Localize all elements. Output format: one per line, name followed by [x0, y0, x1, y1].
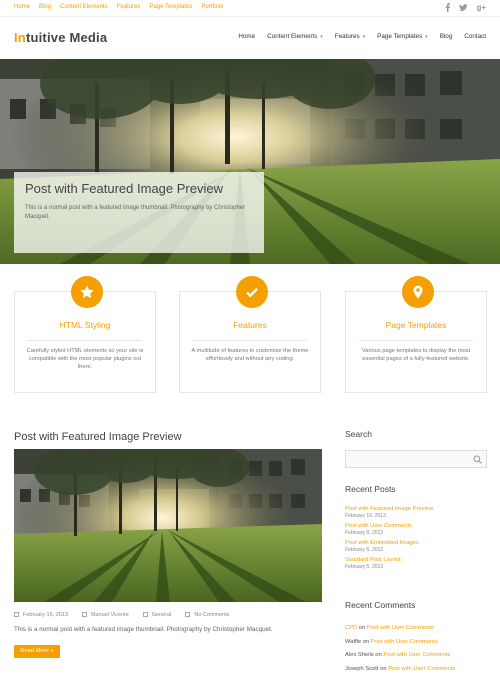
recent-post-item: Post with User Comments February 8, 2013 [345, 523, 487, 537]
comment-post-link[interactable]: Post with User Comments [371, 639, 438, 645]
calendar-icon [14, 612, 19, 617]
post-title[interactable]: Post with Featured Image Preview [14, 431, 182, 443]
checkmark-icon [246, 287, 258, 298]
search-input[interactable] [345, 450, 487, 468]
recent-post-link[interactable]: Post with User Comments [345, 523, 487, 530]
social-links: g+ [444, 3, 486, 12]
twitter-icon[interactable] [459, 3, 468, 12]
recent-comments-heading: Recent Comments [345, 600, 416, 610]
google-plus-icon[interactable]: g+ [476, 3, 486, 12]
comment-post-link[interactable]: Post with User Comments [388, 666, 455, 672]
feature-icon-circle [71, 276, 103, 308]
recent-posts-list: Post with Featured Image Preview Februar… [345, 506, 487, 574]
post-category[interactable]: General [142, 612, 171, 618]
main-nav-features[interactable]: Features ▾ [335, 33, 365, 40]
facebook-icon[interactable] [444, 3, 451, 12]
feature-icon-circle [402, 276, 434, 308]
post-author[interactable]: Manuel Vicente [81, 612, 129, 618]
comment-post-link[interactable]: Post with User Comments [367, 625, 434, 631]
feature-title[interactable]: Page Templates [346, 320, 486, 330]
site-logo[interactable]: Intuitive Media [14, 30, 107, 45]
comment-author: Waffle [345, 638, 362, 645]
post-featured-image[interactable] [14, 449, 322, 602]
user-icon [81, 612, 87, 617]
recent-post-date: February 16, 2013 [345, 513, 386, 519]
comment-author: Alex Shiels [345, 652, 374, 658]
main-nav-home[interactable]: Home [238, 33, 255, 40]
recent-post-link[interactable]: Post with Featured Image Preview [345, 506, 487, 513]
comment-post-link[interactable]: Post with User Comments [383, 652, 450, 658]
main-nav-page-templates[interactable]: Page Templates ▾ [377, 33, 428, 40]
hero-title[interactable]: Post with Featured Image Preview [25, 180, 253, 197]
comment-icon [185, 612, 191, 617]
main-nav: Home Content Elements ▾ Features ▾ Page Te… [238, 33, 486, 40]
comment-author[interactable]: CPD [345, 625, 357, 631]
recent-post-date: February 6, 2013 [345, 547, 384, 553]
top-nav-portfolio[interactable]: Portfolio [201, 4, 223, 10]
comment-on: on [378, 665, 389, 672]
recent-comment-item: CPD on Post with User Comments [345, 622, 495, 636]
search-icon[interactable] [473, 455, 482, 464]
feature-icon-circle [236, 276, 268, 308]
post-comments[interactable]: No Comments [185, 612, 230, 618]
site-header: Intuitive Media Home Content Elements ▾ F… [0, 17, 500, 59]
comment-on: on [373, 652, 384, 658]
hero-caption[interactable]: Post with Featured Image Preview This is… [14, 172, 264, 253]
logo-accent: In [14, 30, 26, 45]
hero-banner[interactable]: Post with Featured Image Preview This is… [0, 59, 500, 264]
top-nav: Home Blog Content Elements Features Page… [14, 4, 223, 10]
recent-post-item: Post with Featured Image Preview Februar… [345, 506, 487, 520]
top-nav-blog[interactable]: Blog [39, 4, 51, 10]
recent-post-date: February 5, 2013 [345, 564, 384, 570]
post-meta: February 16, 2013 Manuel Vicente General… [14, 612, 230, 618]
map-pin-icon [413, 285, 423, 299]
search-heading: Search [345, 429, 372, 439]
main-nav-content-elements[interactable]: Content Elements ▾ [267, 33, 323, 40]
recent-post-link[interactable]: Post with Embedded Images [345, 540, 487, 547]
recent-comment-item: Waffle on Post with User Comments [345, 636, 495, 650]
post-photo [14, 449, 322, 602]
comment-author: Joseph Scott [345, 665, 379, 672]
top-nav-features[interactable]: Features [117, 4, 141, 10]
main-nav-contact[interactable]: Contact [464, 33, 486, 40]
star-icon [80, 285, 94, 299]
comment-on: on [361, 638, 371, 645]
chevron-down-icon: ▾ [362, 34, 366, 40]
recent-comment-item: Alex Shiels on Post with User Comments [345, 649, 495, 663]
chevron-down-icon: ▾ [425, 34, 428, 40]
chevron-down-icon: ▾ [320, 34, 323, 40]
feature-title[interactable]: HTML Styling [15, 320, 155, 330]
recent-post-item: Standard Post Layout February 5, 2013 [345, 557, 487, 571]
post-date: February 16, 2013 [14, 612, 68, 618]
recent-post-link[interactable]: Standard Post Layout [345, 557, 487, 564]
top-nav-home[interactable]: Home [14, 4, 30, 10]
recent-posts-heading: Recent Posts [345, 484, 396, 494]
feature-description: Carefully styled HTML elements so your s… [26, 348, 144, 370]
top-nav-content-elements[interactable]: Content Elements [60, 4, 108, 10]
feature-description: A multitude of features to customize the… [191, 348, 309, 362]
hero-text: This is a normal post with a featured im… [25, 205, 246, 220]
recent-comments-list: CPD on Post with User Comments Waffle on… [345, 622, 495, 674]
main-nav-blog[interactable]: Blog [440, 33, 453, 40]
post-excerpt: This is a normal post with a featured im… [14, 626, 273, 633]
top-nav-page-templates[interactable]: Page Templates [149, 4, 192, 10]
folder-icon [142, 612, 148, 617]
logo-rest: tuitive Media [25, 30, 108, 45]
feature-title[interactable]: Features [180, 320, 320, 330]
feature-description: Various page templates to display the mo… [361, 348, 471, 362]
comment-on: on [357, 625, 367, 631]
recent-post-date: February 8, 2013 [345, 530, 384, 536]
read-more-button[interactable]: Read More » [14, 645, 60, 658]
recent-comment-item: Joseph Scott on Post with User Comments [345, 663, 495, 674]
top-bar: Home Blog Content Elements Features Page… [0, 0, 500, 17]
recent-post-item: Post with Embedded Images February 6, 20… [345, 540, 487, 554]
